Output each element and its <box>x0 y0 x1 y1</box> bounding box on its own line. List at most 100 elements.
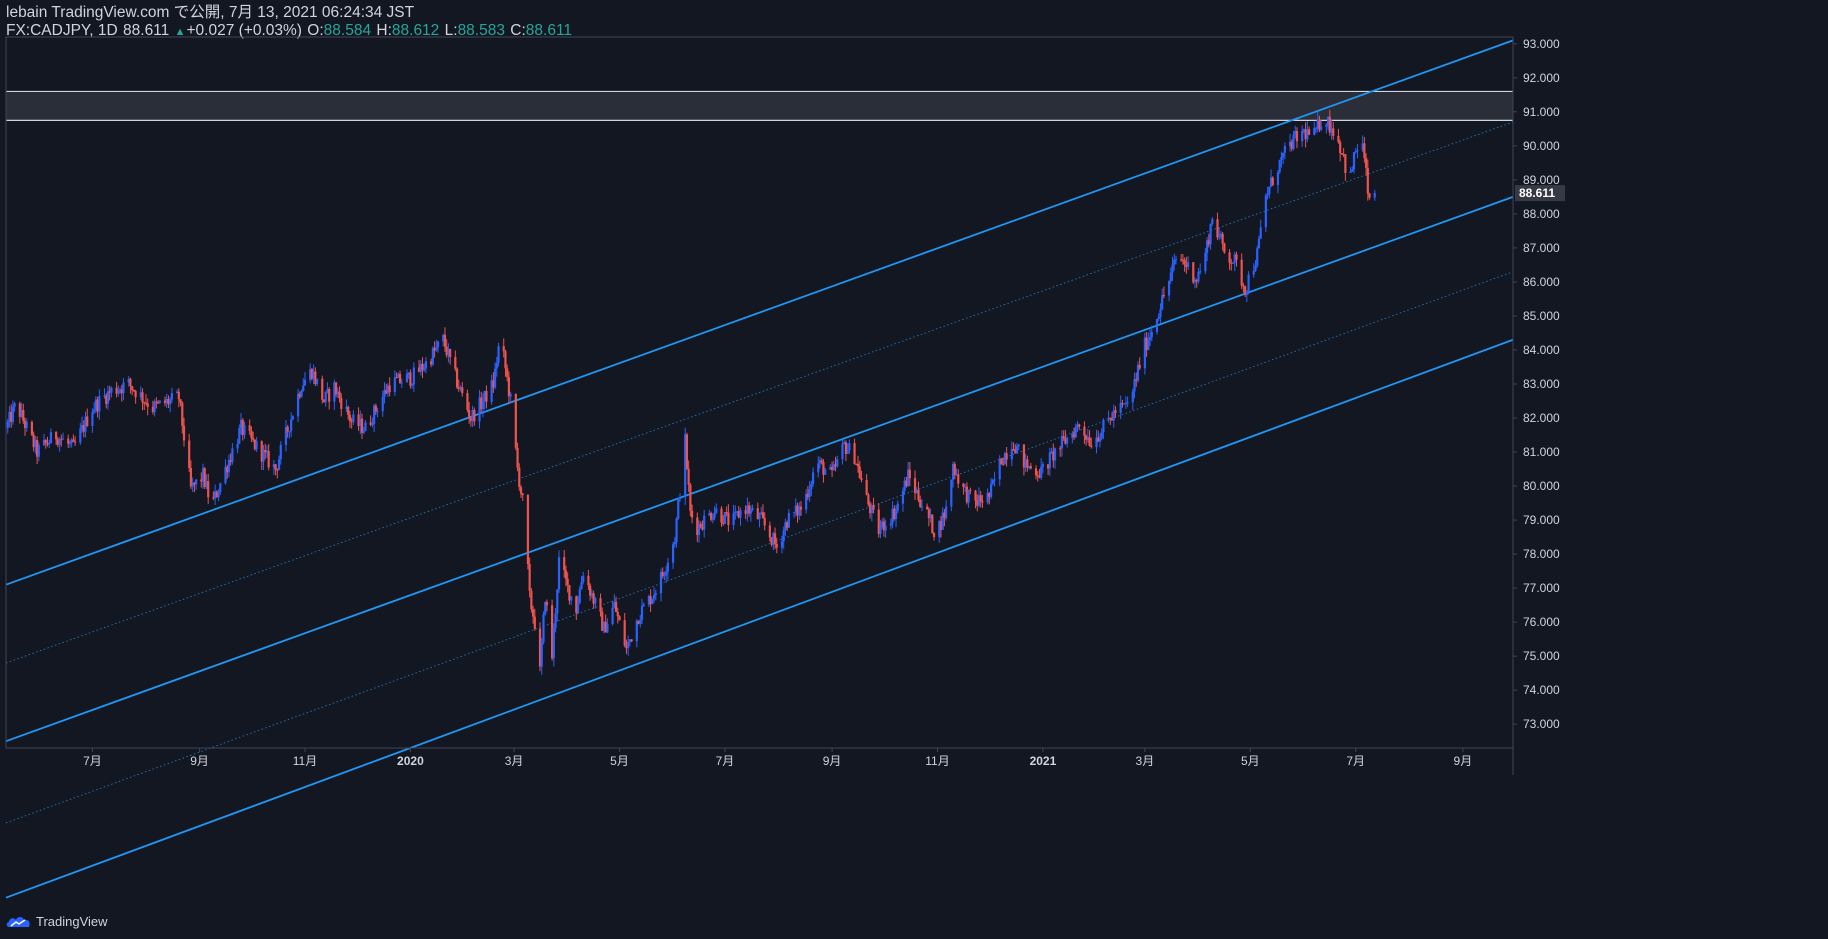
candle-body <box>580 582 583 590</box>
candle-body <box>296 393 300 417</box>
candle-body <box>30 421 34 435</box>
candle-body <box>1174 259 1178 261</box>
time-tick-label: 7月 <box>83 754 102 768</box>
brand-label: TradingView <box>36 913 108 929</box>
tradingview-cloud-icon <box>6 917 30 927</box>
price-tick-label: 73.000 <box>1523 717 1560 731</box>
candle-body <box>1048 452 1051 469</box>
candle-body <box>618 616 621 621</box>
candle-body <box>400 382 403 384</box>
candle-body <box>435 347 438 351</box>
price-tick-label: 78.000 <box>1523 547 1560 561</box>
candle-body <box>398 373 402 383</box>
candle-body <box>627 641 630 649</box>
price-tick-label: 84.000 <box>1523 343 1560 357</box>
time-axis[interactable]: 7月 9月 11月 2020 3月 5月 7月 9月 11月 2021 3月 5月 7月 9月 <box>83 748 1472 768</box>
channel-line-1[interactable] <box>5 39 1514 586</box>
candle-body <box>723 512 727 524</box>
candle-body <box>493 368 497 388</box>
candle-body <box>79 428 82 443</box>
candle-body <box>91 412 94 426</box>
candle-body <box>690 510 694 518</box>
candle-body <box>1231 262 1235 264</box>
candle-body <box>436 341 440 348</box>
candle-body <box>1088 437 1091 446</box>
regression-channel[interactable] <box>5 39 1514 899</box>
candle-body <box>182 425 186 441</box>
candle-body <box>594 598 597 604</box>
candle-body <box>957 474 960 484</box>
candle-body <box>1363 143 1366 158</box>
candle-body <box>981 501 984 503</box>
price-tick-label: 79.000 <box>1523 513 1560 527</box>
channel-line-3[interactable] <box>5 196 1514 743</box>
candle-body <box>1292 134 1295 149</box>
candle-body <box>1337 135 1340 143</box>
channel-line-5[interactable] <box>5 338 1514 899</box>
candle-body <box>1280 157 1283 160</box>
channel-line-2[interactable] <box>5 121 1514 664</box>
candle-body <box>1162 295 1166 297</box>
candle-body <box>884 525 887 531</box>
candle-body <box>1332 128 1335 136</box>
candle-body <box>761 512 765 518</box>
candle-body <box>931 514 934 534</box>
price-tick-label: 82.000 <box>1523 411 1560 425</box>
tradingview-brand[interactable]: TradingView <box>6 910 108 932</box>
candle-body <box>25 421 28 429</box>
candle-body <box>509 393 512 397</box>
candle-body <box>381 397 384 412</box>
candle-body <box>1167 280 1171 296</box>
candle-body <box>1282 152 1285 158</box>
resistance-zone[interactable] <box>6 90 1513 121</box>
candle-body <box>1010 449 1013 460</box>
candle-body <box>1074 427 1077 438</box>
candle-body <box>98 396 101 412</box>
candle-body <box>1036 475 1039 477</box>
candle-body <box>507 377 511 397</box>
candle-body <box>360 418 364 433</box>
candle-body <box>129 378 132 387</box>
candle-body <box>352 414 355 422</box>
channel-line-4[interactable] <box>5 271 1514 824</box>
candle-body <box>290 419 293 432</box>
candle-body <box>1276 172 1280 185</box>
candle-body <box>454 357 457 369</box>
candle-body <box>889 523 892 526</box>
candle-body <box>663 575 666 577</box>
candle-body <box>324 391 327 403</box>
candle-body <box>74 441 77 443</box>
candle-body <box>1254 265 1257 271</box>
candle-body <box>865 479 868 495</box>
candle-body <box>528 564 531 591</box>
candle-body <box>614 601 618 612</box>
candle-body <box>811 472 815 484</box>
candle-body <box>6 421 9 429</box>
candle-body <box>666 562 670 572</box>
candle-body <box>1204 252 1207 272</box>
candle-body <box>412 367 415 385</box>
candle-body <box>155 401 158 403</box>
candle-body <box>132 390 135 392</box>
candle-body <box>1126 402 1129 404</box>
price-tick-label: 90.000 <box>1523 139 1560 153</box>
time-tick-label: 9月 <box>1454 754 1473 768</box>
candle-body <box>616 611 619 617</box>
candle-body <box>763 517 766 526</box>
candle-body <box>1344 154 1347 173</box>
candle-body <box>521 493 524 495</box>
candle-body <box>1114 410 1117 413</box>
candle-body <box>775 543 778 548</box>
candle-body <box>411 384 414 386</box>
candle-body <box>1256 248 1259 266</box>
candle-body <box>1216 219 1219 238</box>
candle-body <box>170 392 174 400</box>
candle-body <box>248 425 251 431</box>
candle-body <box>879 527 882 534</box>
price-axis[interactable]: 73.000 74.000 75.000 76.000 77.000 78.000 79.0… <box>1513 37 1560 731</box>
candle-body <box>277 459 281 470</box>
price-tick-label: 87.000 <box>1523 241 1560 255</box>
candle-body <box>497 346 500 363</box>
candlestick-chart[interactable]: 73.000 74.000 75.000 76.000 77.000 78.000 79.0… <box>0 0 1828 939</box>
candle-body <box>824 469 827 475</box>
